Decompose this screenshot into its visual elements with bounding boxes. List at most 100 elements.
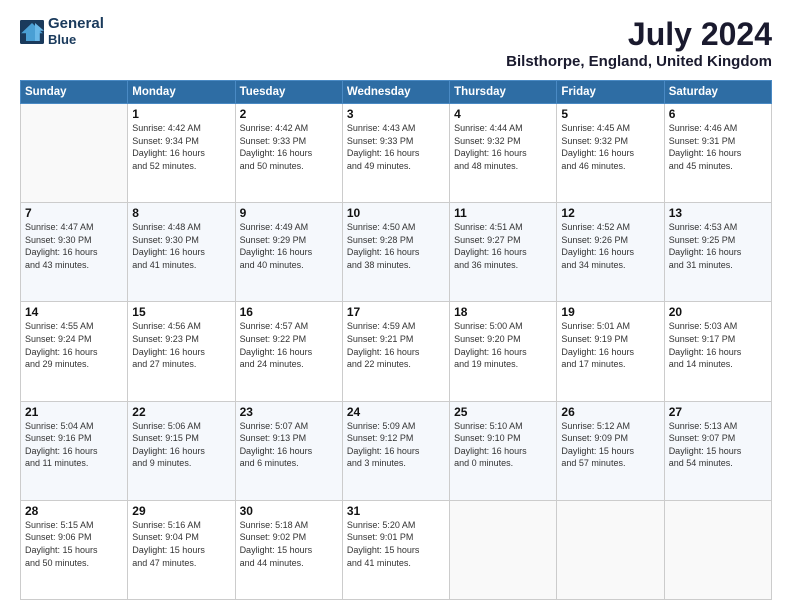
day-number: 21	[25, 405, 123, 419]
weekday-header: Wednesday	[342, 81, 449, 104]
calendar-cell: 25Sunrise: 5:10 AM Sunset: 9:10 PM Dayli…	[450, 401, 557, 500]
calendar-cell	[450, 500, 557, 599]
day-number: 13	[669, 206, 767, 220]
day-number: 7	[25, 206, 123, 220]
logo-text: General Blue	[48, 16, 104, 47]
day-number: 14	[25, 305, 123, 319]
day-number: 18	[454, 305, 552, 319]
calendar-cell: 3Sunrise: 4:43 AM Sunset: 9:33 PM Daylig…	[342, 104, 449, 203]
main-title: July 2024	[506, 16, 772, 53]
day-info: Sunrise: 5:18 AM Sunset: 9:02 PM Dayligh…	[240, 519, 338, 569]
calendar-cell: 14Sunrise: 4:55 AM Sunset: 9:24 PM Dayli…	[21, 302, 128, 401]
day-info: Sunrise: 4:55 AM Sunset: 9:24 PM Dayligh…	[25, 320, 123, 370]
day-number: 8	[132, 206, 230, 220]
calendar-cell: 4Sunrise: 4:44 AM Sunset: 9:32 PM Daylig…	[450, 104, 557, 203]
day-number: 6	[669, 107, 767, 121]
day-info: Sunrise: 5:12 AM Sunset: 9:09 PM Dayligh…	[561, 420, 659, 470]
day-info: Sunrise: 5:07 AM Sunset: 9:13 PM Dayligh…	[240, 420, 338, 470]
day-info: Sunrise: 5:15 AM Sunset: 9:06 PM Dayligh…	[25, 519, 123, 569]
day-number: 1	[132, 107, 230, 121]
day-info: Sunrise: 5:16 AM Sunset: 9:04 PM Dayligh…	[132, 519, 230, 569]
calendar-cell: 12Sunrise: 4:52 AM Sunset: 9:26 PM Dayli…	[557, 203, 664, 302]
day-info: Sunrise: 4:53 AM Sunset: 9:25 PM Dayligh…	[669, 221, 767, 271]
day-info: Sunrise: 5:04 AM Sunset: 9:16 PM Dayligh…	[25, 420, 123, 470]
calendar-cell: 1Sunrise: 4:42 AM Sunset: 9:34 PM Daylig…	[128, 104, 235, 203]
weekday-header: Thursday	[450, 81, 557, 104]
weekday-header: Friday	[557, 81, 664, 104]
day-info: Sunrise: 5:06 AM Sunset: 9:15 PM Dayligh…	[132, 420, 230, 470]
day-info: Sunrise: 4:44 AM Sunset: 9:32 PM Dayligh…	[454, 122, 552, 172]
day-number: 26	[561, 405, 659, 419]
calendar-cell: 17Sunrise: 4:59 AM Sunset: 9:21 PM Dayli…	[342, 302, 449, 401]
day-info: Sunrise: 4:50 AM Sunset: 9:28 PM Dayligh…	[347, 221, 445, 271]
calendar-header: SundayMondayTuesdayWednesdayThursdayFrid…	[21, 81, 772, 104]
day-info: Sunrise: 4:52 AM Sunset: 9:26 PM Dayligh…	[561, 221, 659, 271]
calendar-cell: 27Sunrise: 5:13 AM Sunset: 9:07 PM Dayli…	[664, 401, 771, 500]
calendar-page: General Blue July 2024 Bilsthorpe, Engla…	[0, 0, 792, 612]
calendar-cell: 16Sunrise: 4:57 AM Sunset: 9:22 PM Dayli…	[235, 302, 342, 401]
calendar-row: 14Sunrise: 4:55 AM Sunset: 9:24 PM Dayli…	[21, 302, 772, 401]
day-info: Sunrise: 4:47 AM Sunset: 9:30 PM Dayligh…	[25, 221, 123, 271]
calendar-cell: 30Sunrise: 5:18 AM Sunset: 9:02 PM Dayli…	[235, 500, 342, 599]
calendar-cell	[664, 500, 771, 599]
day-info: Sunrise: 5:20 AM Sunset: 9:01 PM Dayligh…	[347, 519, 445, 569]
day-info: Sunrise: 4:56 AM Sunset: 9:23 PM Dayligh…	[132, 320, 230, 370]
day-info: Sunrise: 5:00 AM Sunset: 9:20 PM Dayligh…	[454, 320, 552, 370]
day-number: 3	[347, 107, 445, 121]
day-info: Sunrise: 5:01 AM Sunset: 9:19 PM Dayligh…	[561, 320, 659, 370]
calendar-cell: 29Sunrise: 5:16 AM Sunset: 9:04 PM Dayli…	[128, 500, 235, 599]
calendar-row: 7Sunrise: 4:47 AM Sunset: 9:30 PM Daylig…	[21, 203, 772, 302]
calendar-cell: 9Sunrise: 4:49 AM Sunset: 9:29 PM Daylig…	[235, 203, 342, 302]
calendar-cell: 6Sunrise: 4:46 AM Sunset: 9:31 PM Daylig…	[664, 104, 771, 203]
day-info: Sunrise: 5:09 AM Sunset: 9:12 PM Dayligh…	[347, 420, 445, 470]
calendar-cell: 15Sunrise: 4:56 AM Sunset: 9:23 PM Dayli…	[128, 302, 235, 401]
day-info: Sunrise: 4:57 AM Sunset: 9:22 PM Dayligh…	[240, 320, 338, 370]
calendar-cell: 11Sunrise: 4:51 AM Sunset: 9:27 PM Dayli…	[450, 203, 557, 302]
day-info: Sunrise: 4:42 AM Sunset: 9:34 PM Dayligh…	[132, 122, 230, 172]
day-info: Sunrise: 4:49 AM Sunset: 9:29 PM Dayligh…	[240, 221, 338, 271]
day-number: 29	[132, 504, 230, 518]
day-number: 27	[669, 405, 767, 419]
weekday-header: Sunday	[21, 81, 128, 104]
calendar-cell: 21Sunrise: 5:04 AM Sunset: 9:16 PM Dayli…	[21, 401, 128, 500]
day-info: Sunrise: 4:59 AM Sunset: 9:21 PM Dayligh…	[347, 320, 445, 370]
day-info: Sunrise: 4:51 AM Sunset: 9:27 PM Dayligh…	[454, 221, 552, 271]
day-number: 19	[561, 305, 659, 319]
day-info: Sunrise: 4:42 AM Sunset: 9:33 PM Dayligh…	[240, 122, 338, 172]
calendar-body: 1Sunrise: 4:42 AM Sunset: 9:34 PM Daylig…	[21, 104, 772, 600]
calendar-cell: 26Sunrise: 5:12 AM Sunset: 9:09 PM Dayli…	[557, 401, 664, 500]
day-number: 23	[240, 405, 338, 419]
subtitle: Bilsthorpe, England, United Kingdom	[506, 53, 772, 70]
calendar-cell: 2Sunrise: 4:42 AM Sunset: 9:33 PM Daylig…	[235, 104, 342, 203]
calendar-cell: 20Sunrise: 5:03 AM Sunset: 9:17 PM Dayli…	[664, 302, 771, 401]
day-number: 30	[240, 504, 338, 518]
day-number: 4	[454, 107, 552, 121]
day-number: 12	[561, 206, 659, 220]
day-number: 16	[240, 305, 338, 319]
day-info: Sunrise: 4:43 AM Sunset: 9:33 PM Dayligh…	[347, 122, 445, 172]
logo-line2: Blue	[48, 33, 104, 47]
day-number: 25	[454, 405, 552, 419]
calendar-cell: 31Sunrise: 5:20 AM Sunset: 9:01 PM Dayli…	[342, 500, 449, 599]
day-number: 28	[25, 504, 123, 518]
calendar-cell: 19Sunrise: 5:01 AM Sunset: 9:19 PM Dayli…	[557, 302, 664, 401]
calendar-cell: 23Sunrise: 5:07 AM Sunset: 9:13 PM Dayli…	[235, 401, 342, 500]
weekday-header: Monday	[128, 81, 235, 104]
calendar-cell: 18Sunrise: 5:00 AM Sunset: 9:20 PM Dayli…	[450, 302, 557, 401]
day-number: 2	[240, 107, 338, 121]
day-number: 11	[454, 206, 552, 220]
day-number: 9	[240, 206, 338, 220]
header: General Blue July 2024 Bilsthorpe, Engla…	[20, 16, 772, 70]
calendar-row: 28Sunrise: 5:15 AM Sunset: 9:06 PM Dayli…	[21, 500, 772, 599]
calendar-row: 1Sunrise: 4:42 AM Sunset: 9:34 PM Daylig…	[21, 104, 772, 203]
day-info: Sunrise: 4:48 AM Sunset: 9:30 PM Dayligh…	[132, 221, 230, 271]
calendar-cell: 24Sunrise: 5:09 AM Sunset: 9:12 PM Dayli…	[342, 401, 449, 500]
logo-icon	[20, 20, 44, 44]
calendar-cell	[557, 500, 664, 599]
day-number: 20	[669, 305, 767, 319]
day-number: 22	[132, 405, 230, 419]
calendar-cell: 13Sunrise: 4:53 AM Sunset: 9:25 PM Dayli…	[664, 203, 771, 302]
day-info: Sunrise: 5:13 AM Sunset: 9:07 PM Dayligh…	[669, 420, 767, 470]
title-area: July 2024 Bilsthorpe, England, United Ki…	[506, 16, 772, 70]
day-info: Sunrise: 5:03 AM Sunset: 9:17 PM Dayligh…	[669, 320, 767, 370]
